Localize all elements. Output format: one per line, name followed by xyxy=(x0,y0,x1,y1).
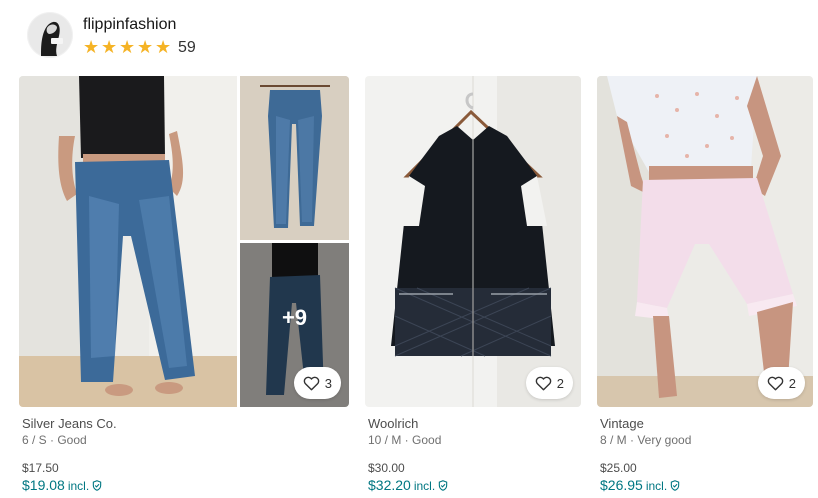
item-size-condition: 8 / M · Very good xyxy=(600,433,692,447)
shield-icon xyxy=(438,480,448,491)
item-price: $17.50 xyxy=(22,461,59,475)
shield-icon xyxy=(92,480,102,491)
seller-username[interactable]: flippinfashion xyxy=(83,15,196,35)
price-incl-label: incl. xyxy=(67,478,90,493)
price-incl-amount: $19.08 xyxy=(22,477,65,493)
favourite-count: 2 xyxy=(556,375,564,391)
item-brand[interactable]: Silver Jeans Co. xyxy=(22,416,349,432)
price-incl-label: incl. xyxy=(645,478,668,493)
price-incl-amount: $26.95 xyxy=(600,477,643,493)
item-size-condition: 10 / M · Good xyxy=(368,433,442,447)
item-photo-more[interactable]: +9 3 xyxy=(240,243,349,407)
star-icon: ★ xyxy=(155,36,172,57)
star-icon: ★ xyxy=(137,36,154,57)
item-price: $25.00 xyxy=(600,461,637,475)
rating-count: 59 xyxy=(178,38,196,56)
favourite-button[interactable]: 2 xyxy=(525,367,573,399)
favourite-count: 3 xyxy=(324,375,332,391)
item-price-incl[interactable]: $19.08 incl. xyxy=(22,477,349,494)
heart-icon xyxy=(767,376,784,391)
item-size-condition: 6 / S · Good xyxy=(22,433,87,447)
item-photo-main[interactable] xyxy=(19,76,237,407)
item-photo-group[interactable]: +9 3 xyxy=(19,76,349,407)
heart-icon xyxy=(535,376,552,391)
star-icon: ★ xyxy=(119,36,136,57)
item-photo-thumb[interactable] xyxy=(240,76,349,240)
item-card[interactable]: 2 Woolrich 10 / M · Good $30.00 $32.20 i… xyxy=(365,76,581,494)
item-brand[interactable]: Woolrich xyxy=(368,416,581,432)
heart-icon xyxy=(303,376,320,391)
item-card[interactable]: 2 Vintage 8 / M · Very good $25.00 $26.9… xyxy=(597,76,813,494)
item-price: $30.00 xyxy=(368,461,405,475)
item-card[interactable]: +9 3 Silver Jeans Co. 6 / S · Good $17.5… xyxy=(19,76,349,494)
star-icon: ★ xyxy=(83,36,100,57)
favourite-button[interactable]: 3 xyxy=(293,367,341,399)
rating-stars: ★ ★ ★ ★ ★ xyxy=(83,36,173,57)
item-brand[interactable]: Vintage xyxy=(600,416,813,432)
seller-avatar[interactable] xyxy=(27,12,73,58)
favourite-button[interactable]: 2 xyxy=(757,367,805,399)
item-photo-main[interactable]: 2 xyxy=(597,76,813,407)
item-price-incl[interactable]: $26.95 incl. xyxy=(600,477,813,494)
item-photo-main[interactable]: 2 xyxy=(365,76,581,407)
price-incl-amount: $32.20 xyxy=(368,477,411,493)
more-photos-count: +9 xyxy=(281,305,308,330)
shield-icon xyxy=(670,480,680,491)
item-price-incl[interactable]: $32.20 incl. xyxy=(368,477,581,494)
favourite-count: 2 xyxy=(788,375,796,391)
price-incl-label: incl. xyxy=(413,478,436,493)
seller-header[interactable]: flippinfashion ★ ★ ★ ★ ★ 59 xyxy=(27,12,196,58)
star-icon: ★ xyxy=(101,36,118,57)
seller-rating: ★ ★ ★ ★ ★ 59 xyxy=(83,36,196,57)
